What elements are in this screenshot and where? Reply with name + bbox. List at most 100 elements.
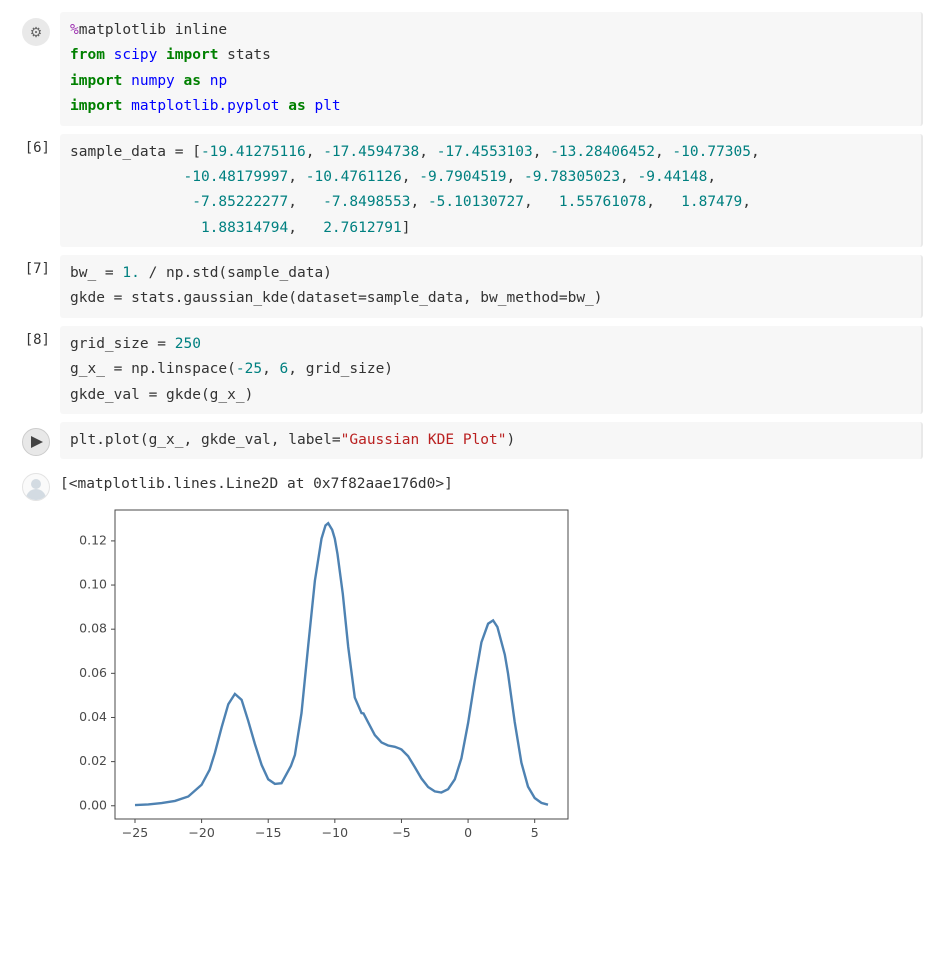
code-token: gkde_val = gkde(g_x_) <box>70 387 253 403</box>
code-token: from <box>70 47 105 63</box>
code-token: -9.7904519 <box>419 169 506 185</box>
code-token: , <box>533 144 550 160</box>
code-token: 1.55761078 <box>559 194 646 210</box>
code-token: bw_ = <box>70 265 122 281</box>
code-token <box>280 98 289 114</box>
code-token: , <box>402 169 419 185</box>
cell-settings-icon[interactable]: ⚙ <box>22 18 50 46</box>
code-token: ] <box>402 220 411 236</box>
code-token: import <box>166 47 218 63</box>
code-token: -17.4553103 <box>437 144 533 160</box>
cell-body: grid_size = 250 g_x_ = np.linspace(-25, … <box>60 326 923 414</box>
code-token: -10.4761126 <box>306 169 402 185</box>
code-token: 1. <box>122 265 139 281</box>
code-token: -17.4594738 <box>323 144 419 160</box>
cell-gutter <box>8 467 60 847</box>
code-token: , <box>262 361 279 377</box>
code-cell: ⚙%matplotlib inline from scipy import st… <box>8 12 923 126</box>
code-token: ) <box>507 432 516 448</box>
code-token <box>175 73 184 89</box>
code-input[interactable]: plt.plot(g_x_, gkde_val, label="Gaussian… <box>60 422 923 459</box>
output-text: [<matplotlib.lines.Line2D at 0x7f82aae17… <box>60 467 923 496</box>
code-token: , <box>707 169 716 185</box>
code-input[interactable]: sample_data = [-19.41275116, -17.4594738… <box>60 134 923 248</box>
code-input[interactable]: grid_size = 250 g_x_ = np.linspace(-25, … <box>60 326 923 414</box>
tick-label: 0.08 <box>79 621 107 636</box>
code-token: , <box>410 194 427 210</box>
kde-plot: −25−20−15−10−5050.000.020.040.060.080.10… <box>60 502 580 847</box>
cell-body: sample_data = [-19.41275116, -17.4594738… <box>60 134 923 248</box>
code-token: -10.77305 <box>672 144 751 160</box>
tick-label: −10 <box>322 825 348 840</box>
code-token: , <box>742 194 751 210</box>
code-token: import <box>70 73 122 89</box>
run-cell-icon[interactable] <box>22 428 50 456</box>
code-token: scipy <box>114 47 158 63</box>
code-token <box>122 73 131 89</box>
code-cell: [8] grid_size = 250 g_x_ = np.linspace(-2… <box>8 326 923 414</box>
tick-label: 5 <box>531 825 539 840</box>
code-token: -7.8498553 <box>323 194 410 210</box>
code-token: 1.88314794 <box>201 220 288 236</box>
code-cell: plt.plot(g_x_, gkde_val, label="Gaussian… <box>8 422 923 459</box>
tick-label: −15 <box>255 825 281 840</box>
code-token: g_x_ = np.linspace( <box>70 361 236 377</box>
code-token: , <box>288 169 305 185</box>
code-token: , <box>288 220 323 236</box>
code-token: numpy <box>131 73 175 89</box>
tick-label: −20 <box>188 825 214 840</box>
cell-gutter: [7] <box>8 255 60 318</box>
code-token: -7.85222277 <box>192 194 288 210</box>
code-token: , <box>751 144 760 160</box>
plot-output: −25−20−15−10−5050.000.020.040.060.080.10… <box>60 502 923 847</box>
code-token <box>122 98 131 114</box>
code-token: % <box>70 22 79 38</box>
code-token: 2.7612791 <box>323 220 402 236</box>
code-token: as <box>184 73 201 89</box>
code-token <box>201 73 210 89</box>
code-token: , <box>646 194 681 210</box>
code-token: / np.std(sample_data) <box>140 265 332 281</box>
cell-gutter <box>8 422 60 459</box>
tick-label: 0.02 <box>79 754 107 769</box>
code-token: as <box>288 98 305 114</box>
code-token: import <box>70 98 122 114</box>
tick-label: 0.12 <box>79 533 107 548</box>
code-token: plt.plot(g_x_, gkde_val, label= <box>70 432 341 448</box>
code-token: matplotlib inline <box>79 22 227 38</box>
code-cell: [7] bw_ = 1. / np.std(sample_data) gkde =… <box>8 255 923 318</box>
code-token <box>105 47 114 63</box>
code-token: stats <box>218 47 270 63</box>
code-token: np <box>210 73 227 89</box>
code-token: sample_data = [ <box>70 144 201 160</box>
cell-body: %matplotlib inline from scipy import sta… <box>60 12 923 126</box>
code-token: , <box>306 144 323 160</box>
execution-prompt: [8] <box>25 332 50 348</box>
cell-gutter: ⚙ <box>8 12 60 126</box>
code-token: -10.48179997 <box>184 169 289 185</box>
tick-label: 0.04 <box>79 709 107 724</box>
code-token: 1.87479 <box>681 194 742 210</box>
code-input[interactable]: %matplotlib inline from scipy import sta… <box>60 12 923 126</box>
code-token: matplotlib.pyplot <box>131 98 279 114</box>
tick-label: 0.00 <box>79 798 107 813</box>
execution-prompt: [7] <box>25 261 50 277</box>
code-cell: [6]sample_data = [-19.41275116, -17.4594… <box>8 134 923 248</box>
code-token <box>157 47 166 63</box>
code-token: -19.41275116 <box>201 144 306 160</box>
code-token: , <box>507 169 524 185</box>
code-token <box>70 169 184 185</box>
tick-label: −25 <box>122 825 148 840</box>
cell-gutter: [8] <box>8 326 60 414</box>
code-token: gkde = stats.gaussian_kde(dataset=sample… <box>70 290 603 306</box>
code-token: 250 <box>175 336 201 352</box>
cell-gutter: [6] <box>8 134 60 248</box>
code-token: 6 <box>280 361 289 377</box>
cell-body: [<matplotlib.lines.Line2D at 0x7f82aae17… <box>60 467 923 847</box>
code-input[interactable]: bw_ = 1. / np.std(sample_data) gkde = st… <box>60 255 923 318</box>
output-cell: [<matplotlib.lines.Line2D at 0x7f82aae17… <box>8 467 923 847</box>
kde-line <box>135 524 548 806</box>
tick-label: −5 <box>392 825 410 840</box>
code-token: , <box>620 169 637 185</box>
code-token: -9.78305023 <box>524 169 620 185</box>
